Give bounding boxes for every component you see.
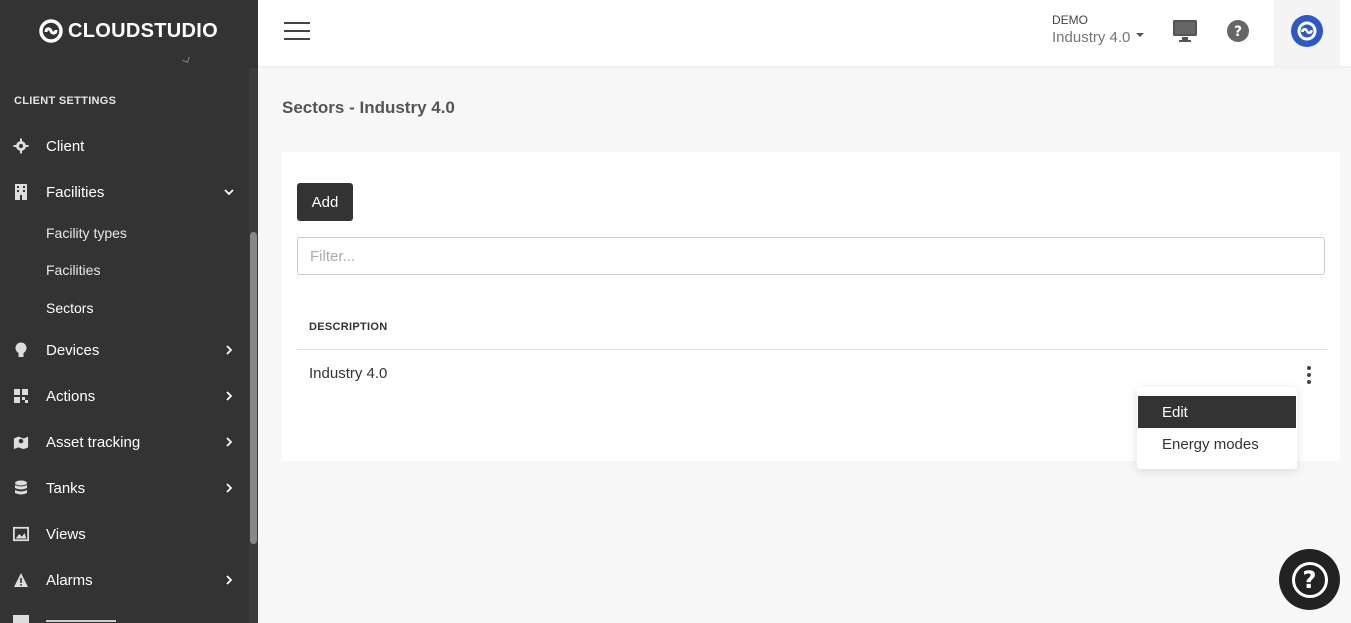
section-title: CLIENT SETTINGS [14, 95, 117, 107]
question-mark-icon: ? [1291, 561, 1328, 598]
menu-item-energy-modes[interactable]: Energy modes [1138, 428, 1296, 460]
chevron-right-icon [222, 389, 236, 403]
chevron-right-icon [222, 573, 236, 587]
filter-input[interactable] [297, 237, 1325, 275]
sidebar-scrollbar-thumb[interactable] [250, 232, 257, 544]
sidebar-item-label: Views [46, 525, 86, 543]
sidebar-item-asset-tracking[interactable]: Asset tracking [0, 424, 250, 460]
sidebar-item-label: Facilities [46, 183, 105, 201]
sidebar-item-label: Alarms [46, 571, 93, 589]
help-icon[interactable]: ? [1227, 20, 1249, 42]
building-icon [13, 184, 29, 200]
cloud-logo-icon [1297, 21, 1317, 41]
sidebar: CLOUDSTUDIO CLIENT SETTINGS Client Facil… [0, 0, 258, 623]
sidebar-subitem-facilities[interactable]: Facilities [46, 262, 100, 278]
caret-down-icon [1136, 32, 1145, 37]
sidebar-item-label: Devices [46, 341, 100, 359]
row-actions-menu: Edit Energy modes [1137, 387, 1297, 469]
row-description: Industry 4.0 [309, 365, 388, 382]
menu-toggle-icon[interactable] [284, 20, 310, 42]
grid-icon [13, 388, 29, 404]
image-icon [13, 526, 29, 542]
sidebar-subitem-facility-types[interactable]: Facility types [46, 225, 127, 241]
sidebar-item-label: Client [46, 137, 85, 155]
sidebar-item-client[interactable]: Client [0, 128, 250, 164]
warning-icon [13, 572, 29, 588]
avatar[interactable] [1291, 15, 1323, 47]
gear-icon [13, 138, 29, 154]
tenant-selector[interactable]: DEMO Industry 4.0 [1052, 13, 1145, 46]
monitor-icon[interactable] [1172, 19, 1198, 43]
chevron-down-icon [222, 185, 236, 199]
svg-text:?: ? [1234, 24, 1242, 40]
brand-name: CLOUDSTUDIO [68, 19, 218, 42]
partial-caret-icon [182, 55, 190, 63]
sidebar-item-facilities[interactable]: Facilities [0, 174, 250, 210]
cloudstudio-logo[interactable]: CLOUDSTUDIO [38, 17, 218, 45]
tenant-label: DEMO [1052, 13, 1088, 27]
cut-off-label [46, 616, 136, 623]
database-icon [13, 480, 29, 496]
sidebar-item-label: Asset tracking [46, 433, 141, 451]
page-title: Sectors - Industry 4.0 [282, 98, 455, 117]
map-marker-icon [13, 434, 29, 450]
chevron-right-icon [222, 481, 236, 495]
sidebar-subitem-sectors[interactable]: Sectors [46, 300, 93, 316]
sidebar-item-actions[interactable]: Actions [0, 378, 250, 414]
top-bar: DEMO Industry 4.0 ? [258, 0, 1351, 66]
tenant-value: Industry 4.0 [1052, 29, 1131, 46]
cut-off-icon [13, 615, 29, 623]
sidebar-item-label: Actions [46, 387, 96, 405]
floating-help-button[interactable]: ? [1279, 549, 1340, 610]
chevron-right-icon [222, 435, 236, 449]
lightbulb-icon [13, 342, 29, 358]
cloud-logo-icon [39, 19, 63, 43]
sidebar-item-views[interactable]: Views [0, 516, 250, 552]
sidebar-item-label: Tanks [46, 479, 86, 497]
chevron-right-icon [222, 343, 236, 357]
sidebar-item-tanks[interactable]: Tanks [0, 470, 250, 506]
sidebar-item-devices[interactable]: Devices [0, 332, 250, 368]
avatar-container [1274, 0, 1340, 66]
sidebar-item-alarms[interactable]: Alarms [0, 562, 250, 598]
more-options-icon[interactable] [1298, 364, 1320, 386]
menu-item-edit[interactable]: Edit [1138, 396, 1296, 428]
column-header-description[interactable]: DESCRIPTION [309, 321, 387, 333]
add-button[interactable]: Add [297, 183, 353, 221]
